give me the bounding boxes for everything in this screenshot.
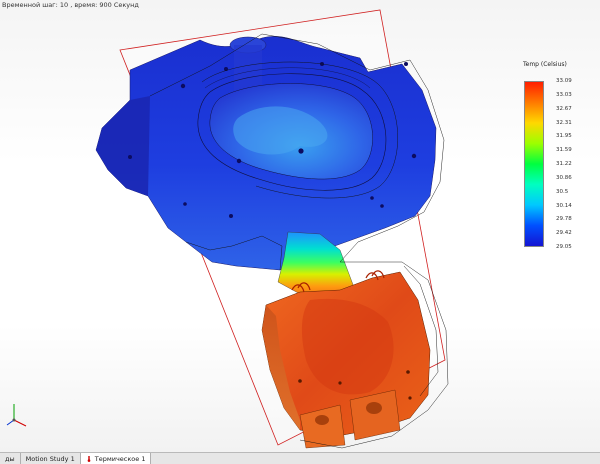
legend-label: 29.78 [556, 216, 572, 223]
tab-motion-study[interactable]: Motion Study 1 [21, 453, 81, 464]
bottom-hole-right [366, 402, 382, 414]
bottom-hole-left [315, 415, 329, 425]
body-side-face [96, 96, 150, 196]
tab-label: ды [5, 454, 15, 463]
legend-label: 30.5 [556, 188, 569, 195]
legend-title: Temp (Celsius) [523, 61, 567, 68]
tab-model[interactable]: ды [0, 453, 21, 464]
legend-label: 32.31 [556, 119, 572, 126]
legend-label: 29.05 [556, 244, 572, 250]
bottom-tab-bar: ды Motion Study 1 Термическое 1 [0, 452, 600, 464]
thermal-study-icon [87, 455, 91, 462]
legend-label: 31.22 [556, 161, 572, 167]
graphics-viewport[interactable]: Временной шаг: 10 , время: 900 Секунд Te… [0, 0, 600, 452]
legend-label: 30.14 [556, 202, 572, 209]
tab-thermal-study[interactable]: Термическое 1 [80, 453, 152, 464]
legend-label: 29.42 [556, 230, 572, 237]
temperature-color-bar [524, 81, 544, 247]
legend-label: 33.03 [556, 91, 572, 98]
legend-label: 30.86 [556, 174, 572, 181]
legend-label: 32.67 [556, 105, 572, 112]
thermal-model-render[interactable] [0, 0, 600, 452]
tab-label: Термическое 1 [94, 454, 146, 463]
legend-label: 31.95 [556, 133, 572, 140]
legend-label: 31.59 [556, 147, 572, 154]
tab-label: Motion Study 1 [25, 454, 75, 463]
coordinate-triad-icon [6, 404, 27, 427]
legend-label: 33.09 [556, 78, 572, 84]
